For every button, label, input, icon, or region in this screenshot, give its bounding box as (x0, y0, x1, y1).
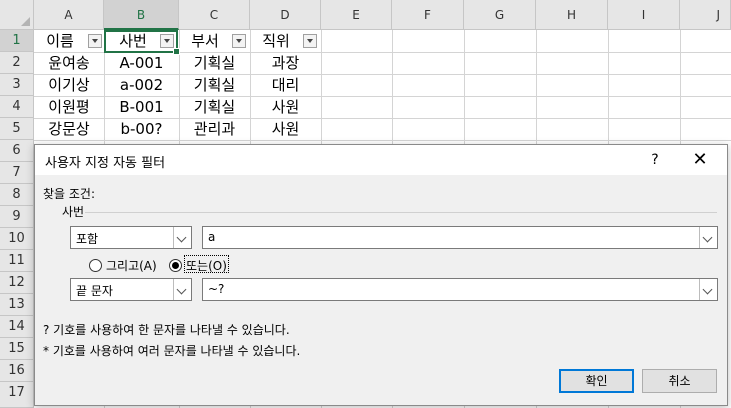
or-radio[interactable] (169, 259, 182, 272)
cell-d2[interactable]: 과장 (250, 52, 321, 74)
row-header-10[interactable]: 10 (0, 228, 34, 250)
column-header-h[interactable]: H (536, 0, 608, 30)
cell-c2[interactable]: 기획실 (179, 52, 250, 74)
cell-c5[interactable]: 관리과 (179, 118, 250, 140)
cell-d1[interactable]: 직위 (250, 30, 302, 52)
condition2-value-text: ~? (208, 282, 225, 296)
criteria-label: 찾을 조건: (43, 187, 96, 201)
hint-multi-char: * 기호를 사용하여 여러 문자를 나타낼 수 있습니다. (43, 344, 301, 358)
column-header-b[interactable]: B (104, 0, 179, 30)
column-header-j[interactable]: J (680, 0, 731, 30)
group-divider (85, 212, 717, 213)
row-header-11[interactable]: 11 (0, 250, 34, 272)
cell-c1[interactable]: 부서 (179, 30, 231, 52)
cell-d5[interactable]: 사원 (250, 118, 321, 140)
select-all-corner[interactable] (0, 0, 34, 30)
row-header-1[interactable]: 1 (0, 30, 34, 52)
and-radio-label[interactable]: 그리고(A) (106, 257, 157, 274)
condition2-operator-value: 끝 문자 (76, 284, 113, 298)
column-header-a[interactable]: A (34, 0, 104, 30)
row-header-17[interactable]: 17 (0, 382, 34, 408)
condition2-operator-select[interactable]: 끝 문자 (70, 278, 192, 301)
row-header-6[interactable]: 6 (0, 140, 34, 162)
help-button[interactable]: ? (635, 149, 675, 171)
chevron-down-icon[interactable] (699, 227, 717, 248)
and-radio[interactable] (89, 259, 102, 272)
row-header-14[interactable]: 14 (0, 316, 34, 338)
cell-a5[interactable]: 강문상 (34, 118, 104, 140)
row-header-16[interactable]: 16 (0, 360, 34, 382)
active-cell-selection (104, 30, 180, 55)
cell-a2[interactable]: 윤여송 (34, 52, 104, 74)
ok-button[interactable]: 확인 (559, 369, 634, 393)
row-header-3[interactable]: 3 (0, 74, 34, 96)
condition1-value-select[interactable]: a (202, 226, 718, 249)
cell-d4[interactable]: 사원 (250, 96, 321, 118)
row-header-8[interactable]: 8 (0, 184, 34, 206)
custom-autofilter-dialog: 사용자 지정 자동 필터 ? ✕ 찾을 조건: 사번 포함 a 그리고(A) 또… (34, 144, 728, 406)
column-header-f[interactable]: F (392, 0, 464, 30)
filter-dropdown-d[interactable] (303, 34, 317, 48)
filter-dropdown-a[interactable] (88, 34, 102, 48)
condition1-operator-select[interactable]: 포함 (70, 226, 192, 249)
column-header-i[interactable]: I (608, 0, 680, 30)
chevron-down-icon[interactable] (173, 279, 191, 300)
hint-single-char: ? 기호를 사용하여 한 문자를 나타낼 수 있습니다. (43, 323, 290, 337)
cell-a1[interactable]: 이름 (34, 30, 86, 52)
row-header-13[interactable]: 13 (0, 294, 34, 316)
condition1-value-text: a (208, 230, 216, 244)
column-header-e[interactable]: E (321, 0, 392, 30)
column-header-g[interactable]: G (464, 0, 536, 30)
row-header-15[interactable]: 15 (0, 338, 34, 360)
condition2-value-select[interactable]: ~? (202, 278, 718, 301)
row-header-12[interactable]: 12 (0, 272, 34, 294)
dialog-title: 사용자 지정 자동 필터 (45, 156, 166, 171)
cell-c4[interactable]: 기획실 (179, 96, 250, 118)
row-header-4[interactable]: 4 (0, 96, 34, 118)
or-radio-label[interactable]: 또는(O) (186, 257, 227, 274)
dialog-titlebar[interactable]: 사용자 지정 자동 필터 ? ✕ (35, 145, 727, 175)
close-button[interactable]: ✕ (680, 147, 720, 173)
row-header-7[interactable]: 7 (0, 162, 34, 184)
row-header-9[interactable]: 9 (0, 206, 34, 228)
chevron-down-icon[interactable] (699, 279, 717, 300)
chevron-down-icon[interactable] (173, 227, 191, 248)
cell-c3[interactable]: 기획실 (179, 74, 250, 96)
cancel-button[interactable]: 취소 (642, 369, 717, 393)
column-header-c[interactable]: C (179, 0, 250, 30)
row-header-2[interactable]: 2 (0, 52, 34, 74)
cell-b3[interactable]: a-002 (104, 74, 179, 96)
cell-a3[interactable]: 이기상 (34, 74, 104, 96)
row-header-5[interactable]: 5 (0, 118, 34, 140)
cell-b2[interactable]: A-001 (104, 52, 179, 74)
condition1-operator-value: 포함 (76, 232, 99, 246)
column-header-d[interactable]: D (250, 0, 321, 30)
cell-b4[interactable]: B-001 (104, 96, 179, 118)
filter-dropdown-c[interactable] (232, 34, 246, 48)
cell-a4[interactable]: 이원평 (34, 96, 104, 118)
cell-b5[interactable]: b-00? (104, 118, 179, 140)
cell-d3[interactable]: 대리 (250, 74, 321, 96)
field-name-label: 사번 (62, 205, 85, 219)
